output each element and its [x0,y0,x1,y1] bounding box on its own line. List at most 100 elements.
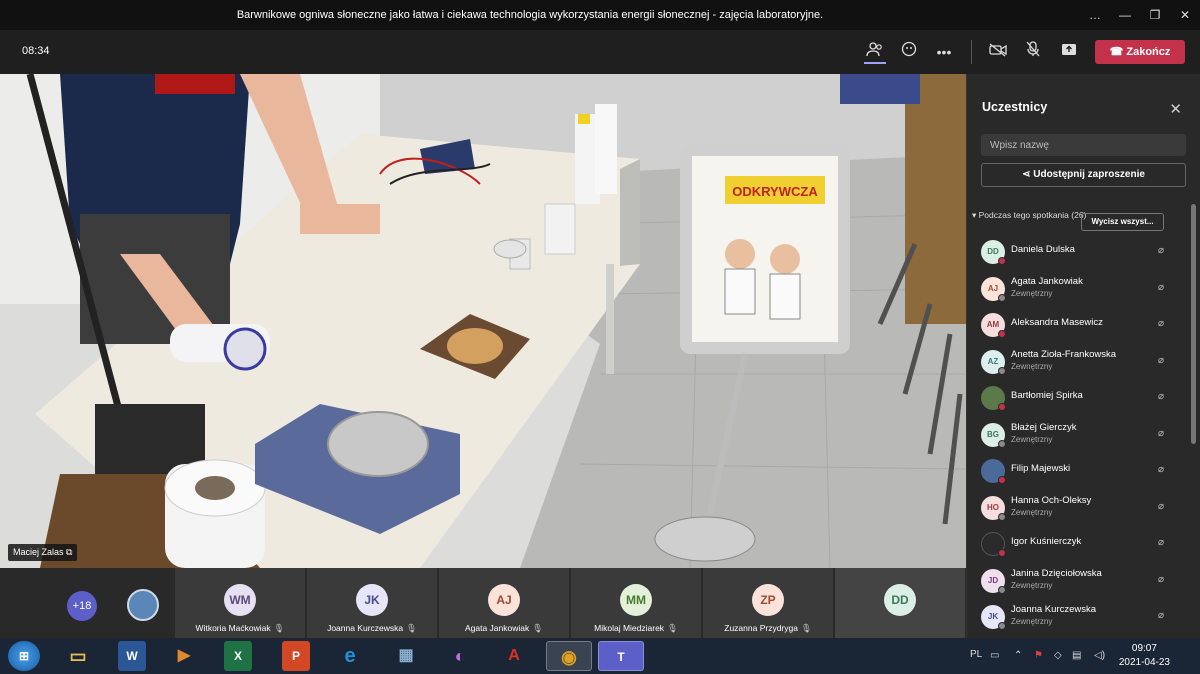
list-item[interactable]: DD Daniela Dulska ⌀ [981,236,1191,273]
mic-off-icon: ⌀ [1158,610,1165,621]
internet-explorer-icon[interactable]: e [330,641,370,671]
clock-date: 2021-04-23 [1118,657,1170,668]
mic-off-icon: ⌀ [1158,281,1165,293]
list-item[interactable]: BG Błażej Gierczyk Zewnętrzny ⌀ [981,419,1191,456]
mic-off-icon: ⌀ [1158,354,1165,366]
maximize-button[interactable]: ❐ [1140,4,1170,26]
word-icon[interactable]: W [118,641,146,671]
people-active-indicator [864,62,886,64]
participant-role: Zewnętrzny [1011,507,1053,517]
clock-time: 09:07 [1131,643,1157,654]
more-options-icon[interactable]: … [1080,4,1110,26]
panel-scrollbar[interactable] [1191,204,1196,444]
list-item[interactable]: Igor Kuśnierczyk ⌀ [981,528,1191,565]
participant-tile[interactable]: MM Mikolaj Miedziarek 🎙 [571,568,701,638]
status-dot [998,549,1006,557]
list-item[interactable]: AZ Anetta Zioła-Frankowska Zewnętrzny ⌀ [981,346,1191,383]
participant-role: Zewnętrzny [1011,617,1053,626]
more-icon[interactable]: ••• [931,40,957,64]
chrome-icon[interactable]: ◉ [546,641,592,671]
participant-name: Błażej Gierczyk [1011,421,1077,433]
window-title: Barwnikowe ogniwa słoneczne jako łatwa i… [236,9,824,21]
avatar: DD [884,584,916,616]
participant-tile[interactable]: WM Witkoria Maćkowiak 🎙 [175,568,305,638]
mic-off-icon: ⌀ [1158,500,1165,512]
excel-icon[interactable]: X [224,641,252,671]
close-icon[interactable]: ✕ [1169,100,1182,118]
participant-tile-name: Zuzanna Przydryga [724,623,798,633]
avatar: ZP [752,584,784,616]
participant-role: Zewnętrzny [1011,288,1053,298]
list-item[interactable]: JK Joanna Kurczewska Zewnętrzny ⌀ [981,601,1191,638]
more-participants-button[interactable]: +18 [67,591,97,621]
section-header[interactable]: ▾ Podczas tego spotkania (26) [972,210,1092,221]
share-invite-label: Udostępnij zaproszenie [1033,169,1145,180]
participant-role: Zewnętrzny [1011,361,1053,371]
search-input[interactable] [981,134,1186,156]
status-dot [998,257,1006,265]
list-item[interactable]: Filip Majewski ⌀ [981,455,1191,492]
language-indicator[interactable]: PL [970,649,982,660]
participant-name: Daniela Dulska [1011,244,1075,255]
share-screen-icon[interactable] [1056,40,1082,64]
status-dot [998,366,1006,375]
raise-hand-icon[interactable] [896,40,922,64]
list-item[interactable]: HO Hanna Och-Oleksy Zewnętrzny ⌀ [981,492,1191,529]
participant-tile-name: Agata Jankowiak [464,623,530,633]
video-stage[interactable]: ODKRYWCZA Maciej Zalas ⧉ [0,74,966,568]
system-clock[interactable]: 09:07 2021-04-23 [1119,642,1170,670]
participant-tile[interactable]: JK Joanna Kurczewska 🎙 [307,568,437,638]
minimize-button[interactable]: — [1110,4,1140,26]
participant-tile[interactable]: AJ Agata Jankowiak 🎙 [439,568,569,638]
participant-list: DD Daniela Dulska ⌀ AJ Agata Jankowiak Z… [981,236,1191,638]
avatar: AJ [488,584,520,616]
chevron-up-icon[interactable]: ⌃ [1014,650,1022,661]
participant-tile[interactable]: ZP Zuzanna Przydryga 🎙 [703,568,833,638]
end-call-button[interactable]: ☎ Zakończ [1095,40,1185,64]
status-dot [998,293,1006,302]
start-button[interactable]: ⊞ [8,641,40,671]
camera-off-icon[interactable] [985,40,1011,64]
acrobat-icon[interactable]: A [494,641,534,671]
powerpoint-icon[interactable]: P [282,641,310,671]
network-icon[interactable]: ▤ [1072,650,1081,661]
flag-icon[interactable]: ⚑ [1034,650,1043,661]
participant-name: Joanna Kurczewska [1011,604,1097,615]
avatar: JK [356,584,388,616]
list-item[interactable]: AM Aleksandra Masewicz ⌀ [981,309,1191,346]
share-invite-button[interactable]: ⋖ Udostępnij zaproszenie [981,163,1186,187]
status-dot [998,403,1006,411]
media-player-icon[interactable]: ▶ [164,641,204,671]
list-item[interactable]: JD Janina Dzięciołowska Zewnętrzny ⌀ [981,565,1191,602]
calculator-icon[interactable]: ▦ [386,641,426,671]
chevron-down-icon: ▾ [972,210,979,220]
list-item[interactable]: AJ Agata Jankowiak Zewnętrzny ⌀ [981,273,1191,310]
people-icon[interactable] [862,40,888,64]
volume-icon[interactable]: ◁) [1094,650,1105,661]
participant-name: Agata Jankowiak [1011,275,1083,287]
meeting-timer: 08:34 [22,45,50,57]
avatar[interactable] [127,589,159,621]
participant-role: Zewnętrzny [1011,580,1053,590]
self-view-tile[interactable]: DD [835,568,965,638]
close-window-button[interactable]: ✕ [1170,4,1200,26]
participant-name: Anetta Zioła-Frankowska [1011,348,1117,360]
mic-off-icon: 🎙 [800,623,812,633]
paint-icon[interactable]: ◐ [440,641,480,671]
window-titlebar: Barwnikowe ogniwa słoneczne jako łatwa i… [0,0,1200,30]
list-item[interactable]: Bartłomiej Spirka ⌀ [981,382,1191,419]
mic-off-icon[interactable] [1020,40,1046,64]
windows-taskbar: ⊞ ▭ W ▶ X P e ▦ ◐ A ◉ T PL ▭ ⌃ ⚑ ◇ ▤ ◁) … [0,638,1200,674]
dropbox-icon[interactable]: ◇ [1054,650,1062,661]
mute-all-button[interactable]: Wycisz wszyst... [1081,213,1164,231]
panel-title: Uczestnicy [982,100,1048,114]
presenter-name: Maciej Zalas [13,547,64,557]
svg-text:ODKRYWCZA: ODKRYWCZA [732,184,818,199]
status-dot [998,476,1006,484]
teams-icon[interactable]: T [598,641,644,671]
tray-expand-icon[interactable]: ▭ [990,650,999,661]
avatar: MM [620,584,652,616]
status-dot [998,585,1006,594]
toolbar-divider [971,40,972,64]
explorer-icon[interactable]: ▭ [58,641,98,671]
